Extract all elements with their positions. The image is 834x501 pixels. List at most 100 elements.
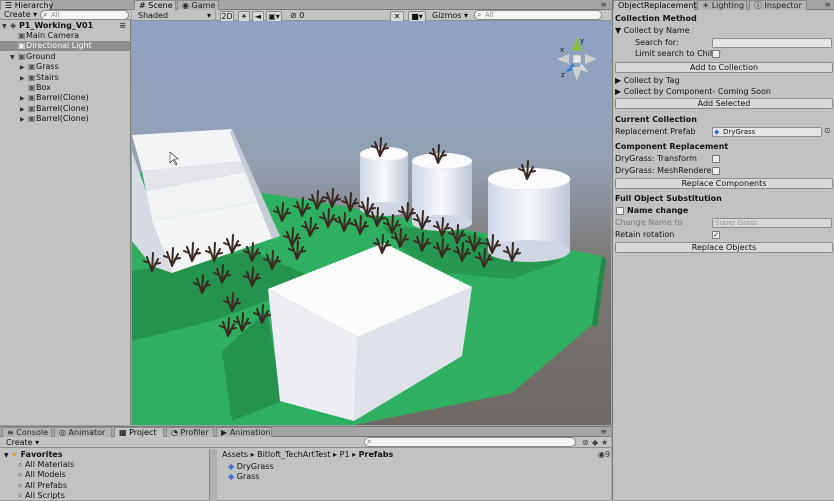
hierarchy-item[interactable]: ▶ ▣Barrel(Clone) — [0, 104, 130, 114]
project-create-dropdown[interactable]: Create ▾ — [6, 437, 39, 448]
console-icon: ≡ — [7, 428, 17, 437]
filter-type-icon[interactable]: ⊛ — [582, 437, 589, 448]
hierarchy-create-dropdown[interactable]: Create ▾ — [4, 10, 37, 20]
shading-dropdown[interactable]: Shaded ▾ — [138, 10, 216, 21]
change-name-field[interactable]: Super Grass — [712, 218, 832, 228]
search-icon: ⌕ — [18, 460, 26, 469]
asset-item[interactable]: ◆ Grass — [228, 472, 259, 482]
panel-menu-icon[interactable]: ≡ — [824, 0, 831, 10]
prefab-icon: ◆ — [228, 472, 237, 481]
hierarchy-item[interactable]: ▣Directional Light — [0, 41, 130, 52]
retain-rotation-label: Retain rotation — [615, 230, 675, 239]
search-for-field[interactable] — [712, 38, 832, 48]
limit-children-label: Limit search to Childr — [635, 49, 721, 58]
inspector-tabbar: ObjectReplacement ☀ Lighting ⓘ Inspector… — [613, 0, 834, 10]
hierarchy-item-label: Ground — [26, 51, 56, 61]
hierarchy-tab-icon: ☰ — [5, 1, 15, 10]
add-to-collection-button[interactable]: Add to Collection — [615, 62, 833, 73]
scene-panel: # Scene ◉ Game ≡ Shaded ▾ 2D ☀ ◄ ▣▾ ⊘ 0 ✕… — [132, 0, 611, 425]
search-icon: ⌕ — [18, 490, 26, 500]
component-replacement-header: Component Replacement — [615, 142, 729, 151]
retain-rotation-checkbox[interactable]: ✓ — [712, 231, 720, 239]
gameobject-icon: ▣ — [28, 72, 36, 82]
gizmo-x-label: x — [560, 46, 564, 54]
hierarchy-search-input[interactable]: ⌕ All — [40, 10, 129, 20]
replacement-prefab-field[interactable]: ◆ DryGrass — [712, 127, 822, 137]
breadcrumb-item[interactable]: Assets — [222, 450, 248, 459]
tab-console[interactable]: ≡ Console — [2, 427, 52, 437]
project-folder-icon: ▦ — [119, 428, 130, 437]
collect-by-name-foldout[interactable]: ▼ Collect by Name — [613, 25, 833, 36]
name-change-label: Name change — [627, 206, 689, 215]
hierarchy-item[interactable]: ▶ ▣Barrel(Clone) — [0, 114, 130, 124]
badge-count: ◉9 — [598, 450, 611, 459]
scene-viewport[interactable]: y x z — [132, 21, 611, 425]
favorite-star-icon[interactable]: ★ — [601, 437, 608, 448]
chevron-down-icon: ▾ — [206, 11, 211, 20]
gizmo-z-label: z — [561, 71, 565, 79]
hierarchy-tabbar: ☰ Hierarchy — [0, 0, 131, 10]
prefab-icon: ◆ — [714, 128, 720, 136]
collect-by-component-foldout[interactable]: ▶ Collect by Component- Coming Soon — [613, 86, 833, 97]
favorites-header[interactable]: ▼ ★ Favorites — [4, 450, 134, 460]
hidden-objects-toggle[interactable]: ⊘ 0 — [290, 10, 304, 21]
panel-menu-icon[interactable]: ≡ — [600, 0, 607, 10]
animator-icon: ◎ — [59, 428, 69, 437]
expand-arrow-icon[interactable]: ▶ — [20, 115, 28, 125]
add-selected-button[interactable]: Add Selected — [615, 98, 833, 109]
tab-animation[interactable]: ▶ Animation — [216, 427, 272, 437]
breadcrumb-item[interactable]: Bitloft_TechArtTest — [257, 450, 330, 459]
scene-tab-icon: # — [139, 1, 146, 10]
breadcrumb-item[interactable]: P1 — [340, 450, 350, 459]
favorite-item[interactable]: ⌕ All Models — [18, 470, 148, 480]
hierarchy-item[interactable]: ▶ ▣Barrel(Clone) — [0, 93, 130, 103]
dg-meshrenderer-checkbox[interactable] — [712, 167, 720, 175]
tab-inspector[interactable]: ⓘ Inspector — [749, 0, 807, 10]
replace-objects-button[interactable]: Replace Objects — [615, 242, 833, 253]
tab-scene[interactable]: # Scene — [134, 0, 176, 10]
breadcrumb-item[interactable]: Prefabs — [359, 450, 394, 459]
favorite-item[interactable]: ⌕ All Prefabs — [18, 481, 148, 491]
hierarchy-item[interactable]: ▣Main Camera — [0, 31, 130, 41]
chevron-down-icon: ▾ — [461, 11, 469, 20]
hierarchy-item-label: Stairs — [36, 72, 59, 82]
hierarchy-item[interactable]: ▶ ▣Grass — [0, 62, 130, 72]
game-tab-icon: ◉ — [182, 1, 189, 10]
animation-icon: ▶ — [221, 428, 230, 437]
tab-profiler[interactable]: ◔ Profiler — [166, 427, 214, 437]
replace-components-button[interactable]: Replace Components — [615, 178, 833, 189]
search-icon: ⌕ — [367, 437, 372, 446]
object-picker-icon[interactable]: ⊙ — [824, 126, 831, 135]
scene-menu-icon[interactable]: ≡ — [119, 21, 126, 31]
eye-icon: ◉ — [598, 450, 605, 459]
gizmos-dropdown[interactable]: Gizmos ▾ — [432, 10, 468, 21]
object-replacement-panel: ObjectReplacement ☀ Lighting ⓘ Inspector… — [612, 0, 834, 500]
tab-game[interactable]: ◉ Game — [177, 0, 219, 10]
favorite-item[interactable]: ⌕ All Scripts — [18, 491, 148, 501]
hierarchy-item[interactable]: ▼ ▣Ground — [0, 52, 130, 62]
scene-tabbar: # Scene ◉ Game ≡ — [132, 0, 611, 10]
favorite-item[interactable]: ⌕ All Materials — [18, 460, 148, 470]
hierarchy-item[interactable]: ▣Box — [0, 83, 130, 93]
tab-lighting[interactable]: ☀ Lighting — [697, 0, 747, 10]
limit-children-checkbox[interactable] — [712, 50, 720, 58]
gizmo-center — [572, 54, 582, 64]
tab-project[interactable]: ▦ Project — [114, 427, 164, 437]
project-scrollbar[interactable] — [210, 449, 217, 501]
asset-item[interactable]: ◆ DryGrass — [228, 462, 274, 472]
project-search-input[interactable]: ⌕ — [364, 437, 576, 447]
panel-menu-icon[interactable]: ≡ — [600, 427, 607, 437]
scene-root-row[interactable]: ▼ ◈ P1_Working_V01 ≡ — [0, 21, 130, 31]
scene-search-input[interactable]: ⌕ All — [474, 10, 602, 20]
foldout-open-icon: ▼ — [4, 452, 11, 459]
dg-transform-checkbox[interactable] — [712, 155, 720, 163]
tab-hierarchy[interactable]: ☰ Hierarchy — [0, 0, 53, 10]
filter-label-icon[interactable]: ◆ — [592, 437, 598, 448]
tab-animator[interactable]: ◎ Animator — [54, 427, 112, 437]
barrel-3 — [487, 167, 571, 262]
star-icon: ★ — [10, 450, 21, 459]
tab-object-replacement[interactable]: ObjectReplacement — [613, 0, 697, 10]
collect-by-tag-foldout[interactable]: ▶ Collect by Tag — [613, 75, 833, 86]
hierarchy-item[interactable]: ▶ ▣Stairs — [0, 73, 130, 83]
dg-meshrenderer-label: DryGrass: MeshRenderer — [615, 166, 715, 175]
